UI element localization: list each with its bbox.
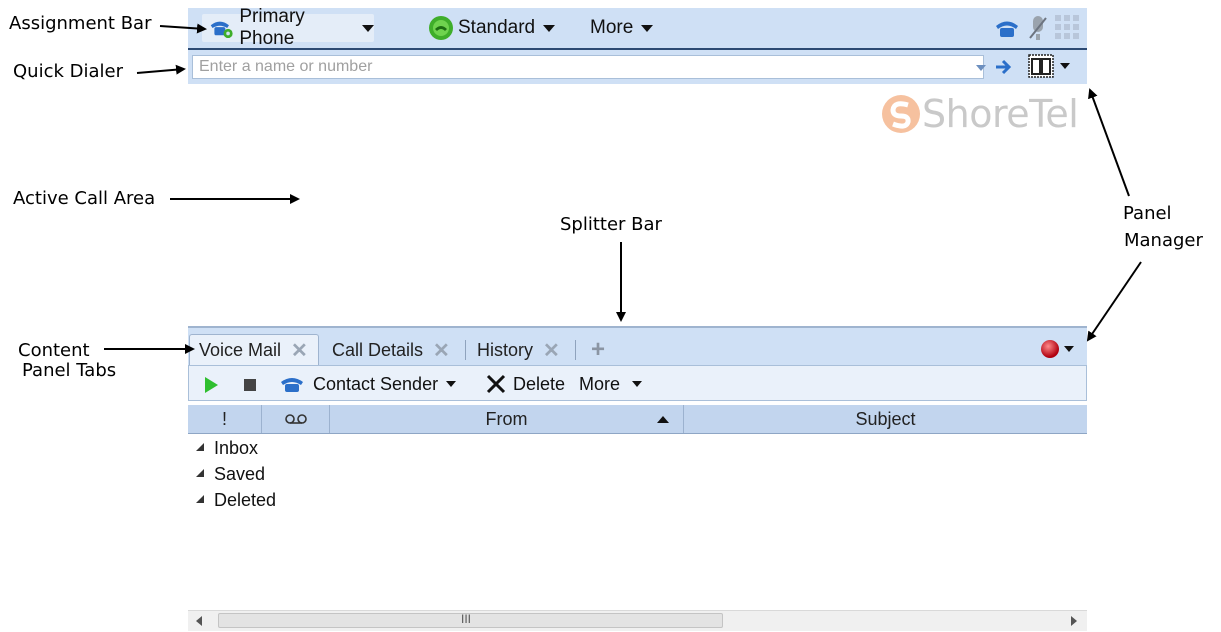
panel-layout-icon bbox=[1028, 54, 1054, 78]
delete-label: Delete bbox=[513, 373, 566, 394]
tab-history[interactable]: History ✕ bbox=[477, 334, 560, 366]
folder-label: Deleted bbox=[214, 490, 277, 510]
callout-panel-manager-2: Manager bbox=[1124, 230, 1203, 251]
priority-column-header[interactable]: ! bbox=[188, 405, 262, 433]
sort-ascending-icon bbox=[657, 416, 669, 423]
chevron-down-icon bbox=[632, 381, 643, 387]
from-column-header[interactable]: From bbox=[330, 405, 684, 433]
chevron-down-icon bbox=[446, 381, 457, 387]
folder-label: Inbox bbox=[214, 438, 259, 458]
folder-deleted[interactable]: Deleted bbox=[196, 490, 276, 511]
panel-status-menu[interactable] bbox=[1040, 339, 1074, 359]
tab-label: History bbox=[477, 339, 534, 360]
folder-label: Saved bbox=[214, 464, 266, 484]
arrow-quick-dialer bbox=[136, 64, 186, 75]
delete-x-icon bbox=[486, 374, 506, 394]
dialpad-icon[interactable] bbox=[1054, 14, 1080, 42]
folder-inbox[interactable]: Inbox bbox=[196, 438, 258, 459]
add-tab-icon[interactable]: + bbox=[591, 334, 605, 366]
chevron-down-icon bbox=[1060, 63, 1070, 69]
close-icon[interactable]: ✕ bbox=[433, 338, 450, 363]
chevron-down-icon bbox=[641, 24, 654, 32]
close-icon[interactable]: ✕ bbox=[291, 338, 308, 363]
quick-dialer bbox=[188, 50, 1087, 84]
phone-icon[interactable] bbox=[994, 17, 1020, 39]
expand-triangle-icon[interactable] bbox=[196, 468, 204, 477]
primary-phone-dropdown[interactable]: Primary Phone bbox=[202, 6, 374, 49]
phone-icon bbox=[281, 378, 303, 392]
more-label: More bbox=[590, 17, 634, 38]
folder-saved[interactable]: Saved bbox=[196, 464, 265, 485]
subject-column-header[interactable]: Subject bbox=[684, 405, 1087, 433]
horizontal-scrollbar[interactable]: III bbox=[188, 610, 1087, 631]
scroll-left-icon[interactable] bbox=[196, 616, 202, 626]
voicemail-toolbar: Contact Sender Delete More bbox=[188, 365, 1087, 401]
stop-icon[interactable] bbox=[243, 378, 257, 392]
availability-dropdown[interactable]: Standard bbox=[428, 14, 556, 42]
content-panel-tabs: Voice Mail ✕ Call Details ✕ History ✕ + bbox=[188, 326, 1087, 366]
contact-sender-label: Contact Sender bbox=[313, 373, 439, 394]
priority-header-label: ! bbox=[221, 408, 227, 429]
microphone-icon[interactable] bbox=[1028, 14, 1048, 42]
from-header-label: From bbox=[485, 408, 528, 429]
chevron-down-icon bbox=[543, 24, 556, 32]
subject-header-label: Subject bbox=[855, 408, 916, 429]
callout-content-tabs-2: Panel Tabs bbox=[22, 360, 117, 381]
callout-assignment-bar: Assignment Bar bbox=[9, 13, 152, 34]
close-icon[interactable]: ✕ bbox=[543, 338, 560, 363]
arrow-panel-manager-top bbox=[1088, 88, 1130, 197]
shoretel-logo: ShoreTel bbox=[880, 92, 1079, 136]
callout-content-tabs-1: Content bbox=[18, 340, 90, 361]
callout-quick-dialer: Quick Dialer bbox=[13, 61, 123, 82]
status-red-icon bbox=[1041, 340, 1059, 358]
chevron-down-icon bbox=[362, 24, 374, 32]
expand-triangle-icon[interactable] bbox=[196, 442, 204, 451]
contact-sender-button[interactable]: Contact Sender bbox=[279, 372, 457, 396]
tab-label: Voice Mail bbox=[199, 340, 282, 360]
dial-arrow-icon[interactable] bbox=[994, 58, 1014, 76]
primary-phone-label: Primary Phone bbox=[239, 6, 305, 49]
quick-dialer-input[interactable] bbox=[192, 55, 984, 79]
assignment-bar: Primary Phone Standard More bbox=[188, 6, 1087, 50]
availability-label: Standard bbox=[458, 17, 536, 38]
tab-divider bbox=[465, 340, 466, 360]
arrow-panel-manager-bottom bbox=[1086, 261, 1142, 342]
scrollbar-grip: III bbox=[461, 612, 472, 626]
panel-manager-button[interactable] bbox=[1028, 54, 1070, 78]
shoretel-logo-text: ShoreTel bbox=[922, 92, 1079, 136]
availability-status-icon bbox=[429, 16, 453, 40]
tab-call-details[interactable]: Call Details ✕ bbox=[332, 334, 450, 366]
tab-divider bbox=[575, 340, 576, 360]
dialer-history-dropdown-icon[interactable] bbox=[976, 65, 986, 71]
phone-gear-icon bbox=[210, 21, 233, 39]
delete-button[interactable]: Delete bbox=[485, 372, 565, 396]
expand-triangle-icon[interactable] bbox=[196, 494, 204, 503]
voicemail-column-header[interactable] bbox=[262, 405, 330, 433]
scroll-right-icon[interactable] bbox=[1071, 616, 1077, 626]
callout-panel-manager-1: Panel bbox=[1123, 203, 1172, 224]
play-icon[interactable] bbox=[203, 376, 219, 394]
more-menu[interactable]: More bbox=[590, 14, 654, 42]
shoretel-logo-icon bbox=[882, 95, 920, 133]
toolbar-more-menu[interactable]: More bbox=[579, 372, 643, 396]
tab-label: Call Details bbox=[332, 339, 424, 360]
toolbar-more-label: More bbox=[579, 373, 621, 394]
voicemail-grid-header: ! From Subject bbox=[188, 405, 1087, 434]
scrollbar-thumb[interactable]: III bbox=[218, 612, 723, 628]
tab-voice-mail[interactable]: Voice Mail ✕ bbox=[189, 334, 319, 366]
voicemail-icon bbox=[284, 414, 307, 424]
callout-splitter-bar: Splitter Bar bbox=[560, 214, 662, 235]
chevron-down-icon bbox=[1064, 346, 1074, 352]
callout-active-call-area: Active Call Area bbox=[13, 188, 156, 209]
